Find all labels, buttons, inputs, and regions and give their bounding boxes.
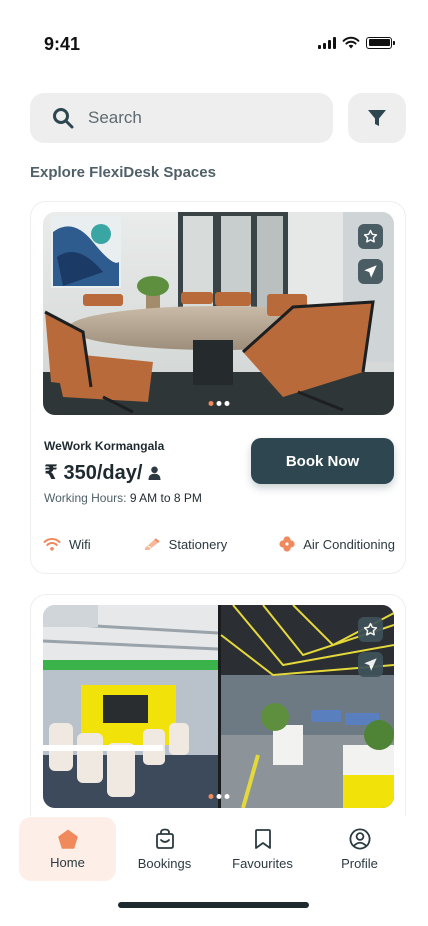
amenity-stationery: Stationery	[143, 536, 228, 552]
nav-label: Favourites	[232, 855, 293, 871]
profile-icon	[348, 827, 371, 850]
carousel-dots[interactable]	[208, 401, 229, 406]
favourite-button[interactable]	[358, 617, 383, 642]
nav-label: Home	[50, 854, 85, 870]
home-icon	[57, 829, 78, 849]
status-icons	[318, 36, 395, 49]
send-icon	[364, 265, 377, 278]
wifi-status-icon	[342, 36, 360, 49]
battery-icon	[366, 36, 395, 49]
working-hours: Working Hours: 9 AM to 8 PM	[44, 491, 202, 505]
nav-label: Bookings	[137, 855, 192, 871]
filter-icon	[368, 110, 386, 126]
nav-label: Profile	[341, 855, 378, 871]
filter-button[interactable]	[348, 93, 406, 143]
bookings-icon	[155, 828, 174, 849]
share-button[interactable]	[358, 259, 383, 284]
nav-favourites[interactable]: Favourites	[214, 817, 311, 881]
section-title: Explore FlexiDesk Spaces	[30, 164, 216, 181]
search-icon	[53, 108, 74, 129]
amenity-label: Wifi	[69, 536, 91, 552]
star-icon	[363, 622, 378, 636]
carousel-dot[interactable]	[224, 794, 229, 799]
air-conditioning-icon	[279, 536, 295, 552]
carousel-dot[interactable]	[224, 401, 229, 406]
home-indicator	[118, 902, 309, 908]
space-price: ₹ 350/day/	[44, 460, 161, 485]
share-button[interactable]	[358, 652, 383, 677]
bottom-navigation: Home Bookings Favourites Profile	[0, 816, 428, 926]
amenity-label: Air Conditioning	[303, 536, 395, 552]
space-card[interactable]	[30, 594, 406, 854]
book-now-button[interactable]: Book Now	[251, 438, 394, 484]
bookmark-icon	[254, 828, 271, 849]
wifi-icon	[43, 538, 61, 551]
carousel-dots[interactable]	[208, 794, 229, 799]
space-name: WeWork Kormangala	[44, 439, 165, 453]
price-text: ₹ 350/day/	[44, 462, 143, 484]
person-icon	[148, 466, 161, 480]
cellular-signal-icon	[318, 36, 336, 49]
send-icon	[364, 658, 377, 671]
space-image[interactable]	[43, 212, 394, 415]
conference-room-photo	[43, 212, 394, 415]
open-office-photo	[43, 605, 394, 808]
working-hours-label: Working Hours:	[44, 491, 127, 505]
space-card[interactable]: WeWork Kormangala ₹ 350/day/ Working Hou…	[30, 201, 406, 574]
carousel-dot[interactable]	[208, 401, 213, 406]
carousel-dot[interactable]	[216, 794, 221, 799]
nav-home[interactable]: Home	[19, 817, 116, 881]
space-image[interactable]	[43, 605, 394, 808]
search-input[interactable]	[88, 108, 288, 128]
carousel-dot[interactable]	[216, 401, 221, 406]
status-bar: 9:41	[0, 0, 428, 88]
amenity-wifi: Wifi	[43, 537, 91, 552]
search-bar[interactable]	[30, 93, 333, 143]
favourite-button[interactable]	[358, 224, 383, 249]
nav-bookings[interactable]: Bookings	[116, 817, 213, 881]
carousel-dot[interactable]	[208, 794, 213, 799]
stationery-icon	[144, 538, 160, 550]
amenities-row: Wifi Stationery Air Conditioning	[43, 536, 395, 552]
status-time: 9:41	[44, 34, 81, 54]
amenity-air-conditioning: Air Conditioning	[279, 536, 395, 552]
nav-profile[interactable]: Profile	[311, 817, 408, 881]
amenity-label: Stationery	[168, 536, 228, 552]
working-hours-value: 9 AM to 8 PM	[129, 491, 202, 505]
star-icon	[363, 229, 378, 243]
